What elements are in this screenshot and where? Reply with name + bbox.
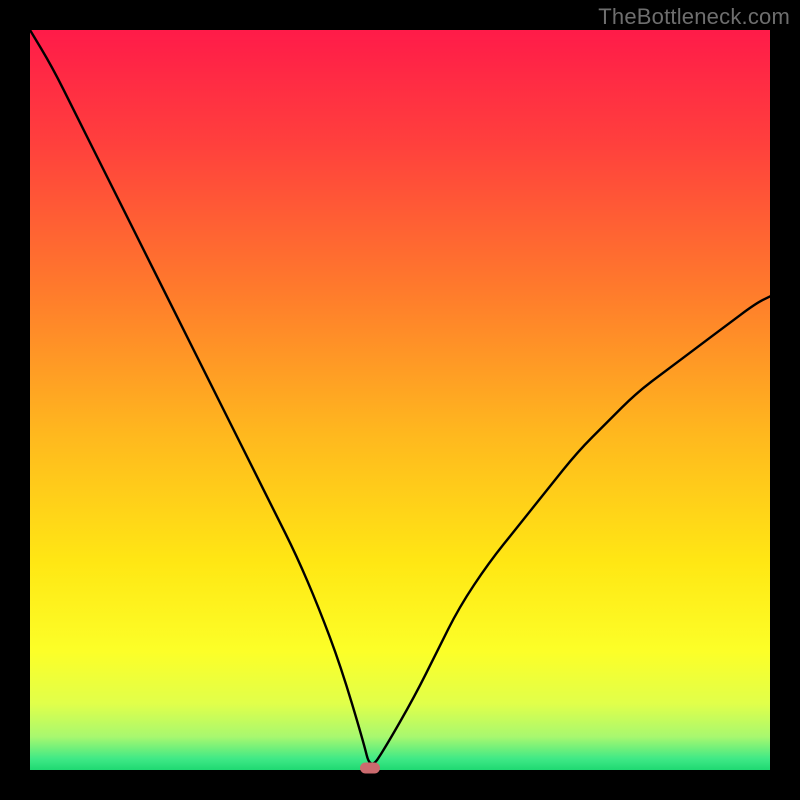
plot-svg bbox=[30, 30, 770, 770]
chart-frame: TheBottleneck.com bbox=[0, 0, 800, 800]
plot-area bbox=[30, 30, 770, 770]
watermark-text: TheBottleneck.com bbox=[598, 4, 790, 30]
optimum-marker bbox=[360, 763, 380, 774]
gradient-background bbox=[30, 30, 770, 770]
